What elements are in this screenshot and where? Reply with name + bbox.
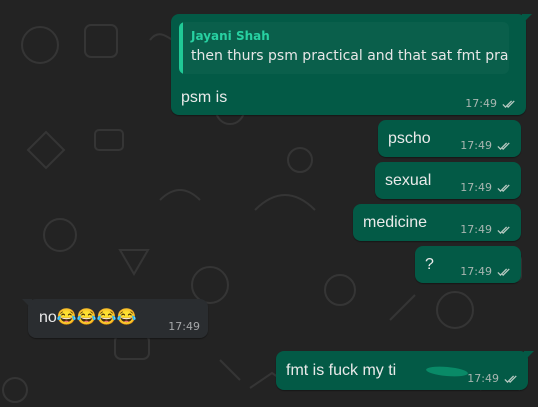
message-time: 17:49 bbox=[460, 223, 492, 236]
message-text: fmt is fuck my ti bbox=[286, 362, 397, 379]
message-bubble-outgoing-medicine[interactable]: medicine 17:49 bbox=[353, 204, 521, 241]
message-meta: 17:49 bbox=[460, 266, 511, 277]
quoted-message-text: then thurs psm practical and that sat fm… bbox=[191, 48, 509, 64]
message-bubble-incoming-no[interactable]: no😂😂😂😂 17:49 bbox=[22, 299, 208, 338]
message-bubble-outgoing-psm[interactable]: Jayani Shah then thurs psm practical and… bbox=[171, 14, 532, 115]
message-bubble-outgoing-fmt[interactable]: fmt is fuck my ti 17:49 bbox=[276, 351, 534, 390]
read-receipt-icon bbox=[497, 183, 510, 192]
message-time: 17:49 bbox=[460, 181, 492, 194]
message-meta: 17:49 bbox=[465, 98, 516, 109]
read-receipt-icon bbox=[502, 99, 515, 108]
message-text: no😂😂😂😂 bbox=[39, 309, 137, 326]
message-meta: 17:49 bbox=[460, 224, 511, 235]
read-receipt-icon bbox=[497, 141, 510, 150]
message-time: 17:49 bbox=[460, 265, 492, 278]
message-bubble-outgoing-question[interactable]: ? 17:49 bbox=[415, 246, 521, 283]
bubble-tail bbox=[522, 14, 532, 24]
quoted-reply[interactable]: Jayani Shah then thurs psm practical and… bbox=[179, 22, 509, 74]
quoted-sender-name: Jayani Shah bbox=[191, 29, 270, 43]
bubble-tail bbox=[524, 351, 534, 361]
read-receipt-icon bbox=[497, 267, 510, 276]
message-text: sexual bbox=[385, 172, 432, 189]
message-meta: 17:49 bbox=[467, 373, 518, 384]
message-time: 17:49 bbox=[460, 139, 492, 152]
message-text: medicine bbox=[363, 214, 428, 231]
message-bubble-outgoing-pscho[interactable]: pscho 17:49 bbox=[378, 120, 521, 157]
message-time: 17:49 bbox=[465, 97, 497, 110]
message-meta: 17:49 bbox=[168, 321, 200, 332]
scribble-overlay bbox=[425, 365, 469, 378]
message-bubble-outgoing-sexual[interactable]: sexual 17:49 bbox=[375, 162, 521, 199]
bubble-tail bbox=[22, 299, 32, 309]
read-receipt-icon bbox=[504, 374, 517, 383]
message-text: ? bbox=[425, 256, 434, 273]
read-receipt-icon bbox=[497, 225, 510, 234]
message-time: 17:49 bbox=[467, 372, 499, 385]
message-text: psm is bbox=[181, 89, 228, 106]
chat-window: Jayani Shah then thurs psm practical and… bbox=[0, 0, 538, 407]
message-meta: 17:49 bbox=[460, 182, 511, 193]
message-time: 17:49 bbox=[168, 320, 200, 333]
message-meta: 17:49 bbox=[460, 140, 511, 151]
message-text: pscho bbox=[388, 130, 431, 147]
